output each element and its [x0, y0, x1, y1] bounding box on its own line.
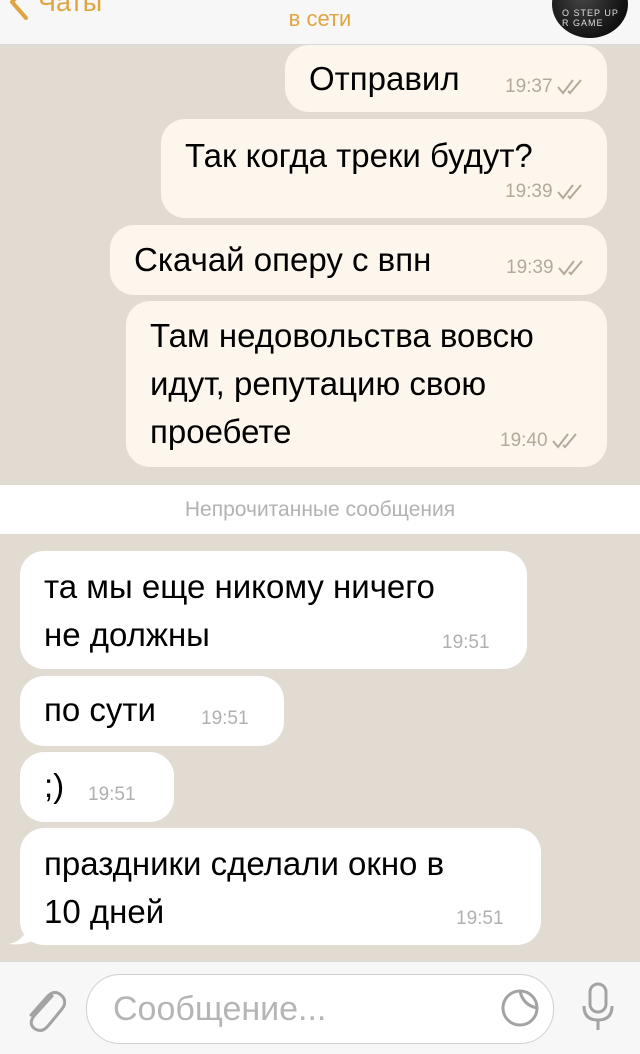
message-meta: 19:51	[201, 708, 249, 730]
message-meta: 19:37	[505, 76, 587, 98]
message-time: 19:51	[201, 708, 249, 729]
sticker-icon[interactable]	[499, 987, 541, 1029]
message-text: не должны	[44, 616, 210, 653]
message-text: Отправил	[309, 60, 460, 97]
message-text: ;)	[44, 767, 65, 804]
double-check-icon	[551, 433, 577, 449]
message-bubble-outgoing[interactable]: Отправил 19:37	[285, 45, 607, 112]
message-text: Скачай оперу с впн	[134, 241, 432, 278]
message-time: 19:39	[506, 257, 554, 278]
message-meta: 19:40	[500, 430, 582, 452]
message-input[interactable]	[111, 975, 495, 1043]
message-text: проебете	[150, 413, 292, 450]
online-status: в сети	[288, 6, 352, 31]
message-meta: 19:51	[456, 908, 504, 930]
message-text: 10 дней	[44, 893, 165, 930]
message-bubble-incoming[interactable]: праздники сделали окно в 10 дней 19:51	[20, 828, 541, 945]
message-bubble-outgoing[interactable]: Скачай оперу с впн 19:39	[110, 225, 607, 295]
message-field[interactable]	[86, 974, 554, 1044]
message-text: праздники сделали окно в	[44, 845, 445, 882]
message-bubble-incoming[interactable]: ;) 19:51	[20, 752, 174, 822]
message-meta: 19:39	[505, 181, 587, 203]
message-meta: 19:39	[506, 257, 588, 279]
message-bubble-outgoing[interactable]: Так когда треки будут? 19:39	[161, 119, 607, 218]
bubble-tail	[8, 928, 38, 945]
message-bubble-outgoing[interactable]: Там недовольства вовсю идут, репутацию с…	[126, 301, 607, 467]
unread-messages-separator: Непрочитанные сообщения	[0, 485, 640, 534]
avatar[interactable]: O STEP UP R GAME	[552, 0, 628, 38]
message-time: 19:40	[500, 430, 548, 451]
message-text: идут, репутацию свою	[150, 365, 487, 402]
double-check-icon	[557, 260, 583, 276]
microphone-icon[interactable]	[580, 982, 616, 1034]
message-time: 19:51	[442, 632, 490, 653]
double-check-icon	[556, 184, 582, 200]
message-input-bar	[0, 961, 640, 1054]
chat-header: Чаты в сети O STEP UP R GAME	[0, 0, 640, 45]
message-text: по сути	[44, 691, 156, 728]
message-text: Так когда треки будут?	[185, 137, 533, 174]
double-check-icon	[556, 79, 582, 95]
message-text: Там недовольства вовсю	[150, 317, 534, 354]
message-time: 19:51	[456, 908, 504, 929]
message-meta: 19:51	[88, 784, 136, 806]
avatar-text: O STEP UP R GAME	[562, 8, 619, 28]
message-time: 19:51	[88, 784, 136, 805]
message-text: та мы еще никому ничего	[44, 568, 435, 605]
paperclip-icon[interactable]	[22, 984, 66, 1034]
message-bubble-incoming[interactable]: та мы еще никому ничего не должны 19:51	[20, 551, 527, 669]
message-bubble-incoming[interactable]: по сути 19:51	[20, 676, 284, 746]
message-time: 19:39	[505, 181, 553, 202]
message-time: 19:37	[505, 76, 553, 97]
message-meta: 19:51	[442, 632, 490, 654]
